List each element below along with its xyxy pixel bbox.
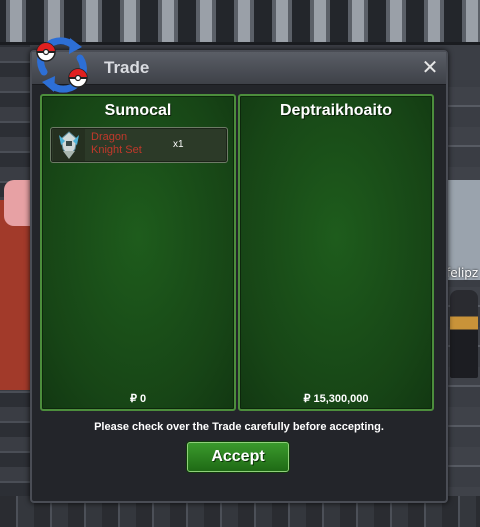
player-sprite[interactable] [450, 290, 478, 378]
trade-icon [36, 37, 88, 93]
wall [444, 180, 480, 280]
currency-symbol: ₽ [303, 393, 311, 405]
item-name: Dragon Knight Set [91, 131, 142, 156]
money-amount: 15,300,000 [313, 393, 369, 405]
npc-sprite [4, 180, 30, 226]
trade-window: Trade ✕ Sumocal Dragon Knight Set x1 ₽ 0… [30, 37, 448, 503]
money-offer: ₽0 [42, 392, 234, 405]
trade-panel-self: Sumocal Dragon Knight Set x1 ₽0 [40, 94, 236, 411]
player-name: Deptraikhoaito [279, 102, 392, 119]
accept-button[interactable]: Accept [187, 442, 289, 472]
money-offer: ₽15,300,000 [240, 392, 432, 405]
window-title: Trade [104, 58, 150, 77]
money-amount: 0 [139, 393, 147, 405]
trade-panel-other: Deptraikhoaito ₽15,300,000 [238, 94, 434, 411]
item-slot[interactable]: Dragon Knight Set x1 [50, 127, 228, 163]
trade-notice: Please check over the Trade carefully be… [94, 421, 384, 433]
red-building [0, 200, 30, 390]
close-button[interactable]: ✕ [420, 57, 440, 77]
currency-symbol: ₽ [129, 393, 137, 405]
item-quantity: x1 [173, 139, 184, 150]
player-name: Sumocal [104, 102, 172, 119]
dragon-knight-set-icon [53, 129, 85, 161]
titlebar[interactable]: Trade ✕ [32, 52, 446, 85]
player-nametag: felipz [446, 266, 479, 280]
